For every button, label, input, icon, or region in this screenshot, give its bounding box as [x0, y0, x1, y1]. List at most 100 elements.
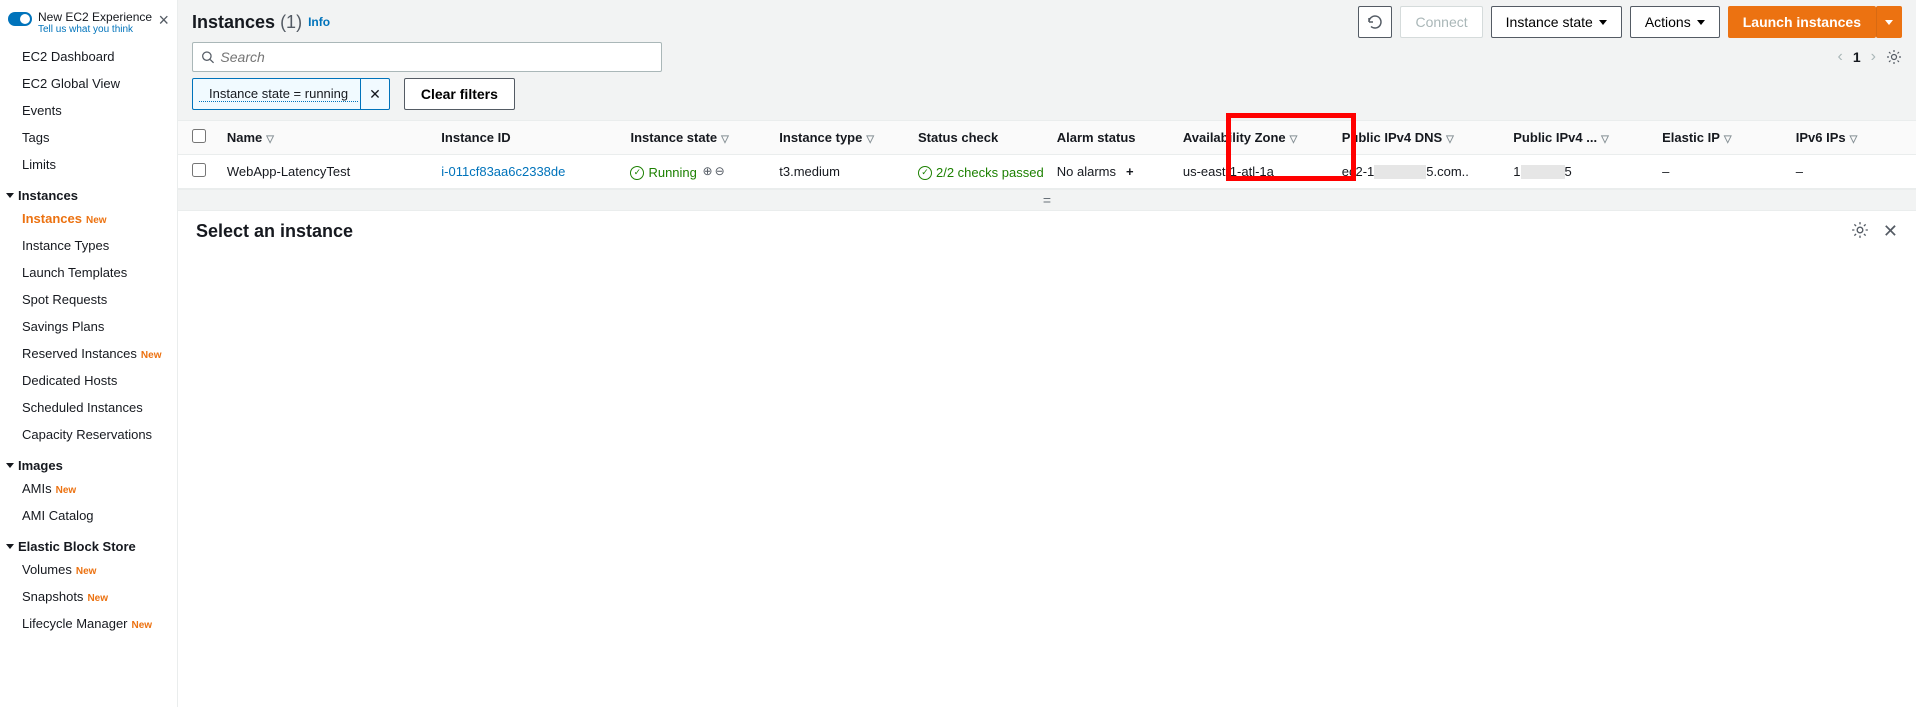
search-row: ‹ 1 ›: [178, 40, 1916, 78]
col-ipv6[interactable]: IPv6 IPs▽: [1790, 121, 1916, 155]
next-page-button[interactable]: ›: [1871, 48, 1876, 66]
nav-dedicated-hosts[interactable]: Dedicated Hosts: [0, 367, 177, 394]
detail-close-button[interactable]: ✕: [1883, 221, 1898, 244]
nav-group-ebs[interactable]: Elastic Block Store: [0, 529, 177, 556]
col-az[interactable]: Availability Zone▽: [1177, 121, 1336, 155]
new-badge: New: [56, 485, 77, 496]
detail-title: Select an instance: [196, 221, 353, 242]
col-elastic-ip[interactable]: Elastic IP▽: [1656, 121, 1790, 155]
cell-name: WebApp-LatencyTest: [221, 155, 435, 189]
sort-icon: ▽: [266, 134, 274, 145]
check-icon: ✓: [918, 166, 932, 180]
main-content: Instances (1) Info Connect Instance stat…: [178, 0, 1916, 707]
launch-instances-dropdown[interactable]: [1876, 6, 1902, 38]
search-box[interactable]: [192, 42, 662, 72]
nav-ec2-dashboard[interactable]: EC2 Dashboard: [0, 43, 177, 70]
col-public-dns[interactable]: Public IPv4 DNS▽: [1336, 121, 1508, 155]
sort-icon: ▽: [1850, 134, 1858, 145]
nav-savings-plans[interactable]: Savings Plans: [0, 313, 177, 340]
nav-instance-types[interactable]: Instance Types: [0, 232, 177, 259]
close-icon[interactable]: ×: [158, 10, 169, 31]
nav-launch-templates[interactable]: Launch Templates: [0, 259, 177, 286]
col-alarm-status[interactable]: Alarm status: [1051, 121, 1177, 155]
instance-count: (1): [280, 12, 302, 32]
cell-type: t3.medium: [773, 155, 912, 189]
header-bar: Instances (1) Info Connect Instance stat…: [178, 0, 1916, 40]
search-icon: [201, 50, 214, 64]
nav-ami-catalog[interactable]: AMI Catalog: [0, 502, 177, 529]
sidebar: New EC2 Experience Tell us what you thin…: [0, 0, 178, 707]
connect-button[interactable]: Connect: [1400, 6, 1482, 38]
nav-events[interactable]: Events: [0, 97, 177, 124]
nav-ec2-global-view[interactable]: EC2 Global View: [0, 70, 177, 97]
info-link[interactable]: Info: [308, 15, 330, 29]
col-public-ipv4[interactable]: Public IPv4 ...▽: [1507, 121, 1656, 155]
sort-icon: ▽: [866, 134, 874, 145]
new-experience-toggle[interactable]: [8, 12, 32, 26]
filter-chip-text: Instance state = running: [199, 86, 358, 102]
new-badge: New: [87, 593, 108, 604]
col-name[interactable]: Name▽: [221, 121, 435, 155]
new-experience-title: New EC2 Experience: [38, 10, 152, 24]
nav-lifecycle-manager[interactable]: Lifecycle ManagerNew: [0, 610, 177, 637]
nav-volumes[interactable]: VolumesNew: [0, 556, 177, 583]
cell-instance-id[interactable]: i-011cf83aa6c2338de: [441, 164, 565, 179]
filter-chip[interactable]: Instance state = running ✕: [192, 78, 390, 110]
table-row[interactable]: WebApp-LatencyTest i-011cf83aa6c2338de ✓…: [178, 155, 1916, 189]
search-input[interactable]: [220, 49, 653, 65]
new-experience-subtitle[interactable]: Tell us what you think: [38, 24, 152, 35]
redacted: [1374, 165, 1426, 179]
col-instance-type[interactable]: Instance type▽: [773, 121, 912, 155]
new-badge: New: [141, 350, 162, 361]
prev-page-button[interactable]: ‹: [1838, 48, 1843, 66]
add-alarm-button[interactable]: +: [1126, 164, 1134, 179]
nav-snapshots[interactable]: SnapshotsNew: [0, 583, 177, 610]
new-experience-toggle-row: New EC2 Experience Tell us what you thin…: [0, 6, 177, 43]
chevron-down-icon: [1599, 20, 1607, 25]
nav-group-instances[interactable]: Instances: [0, 178, 177, 205]
filter-chip-remove[interactable]: ✕: [360, 79, 389, 109]
nav-instances[interactable]: InstancesNew: [0, 205, 177, 232]
nav-reserved-instances[interactable]: Reserved InstancesNew: [0, 340, 177, 367]
panel-resize-handle[interactable]: =: [178, 189, 1916, 211]
refresh-icon: [1367, 14, 1383, 30]
row-checkbox[interactable]: [192, 163, 206, 177]
sort-icon: ▽: [1601, 134, 1609, 145]
new-badge: New: [132, 620, 153, 631]
nav-tags[interactable]: Tags: [0, 124, 177, 151]
nav-amis[interactable]: AMIsNew: [0, 475, 177, 502]
chevron-down-icon: [6, 193, 14, 198]
refresh-button[interactable]: [1358, 6, 1392, 38]
nav-capacity-reservations[interactable]: Capacity Reservations: [0, 421, 177, 448]
nav-spot-requests[interactable]: Spot Requests: [0, 286, 177, 313]
cell-elastic-ip: –: [1656, 155, 1790, 189]
gear-icon[interactable]: [1886, 49, 1902, 65]
nav-scheduled-instances[interactable]: Scheduled Instances: [0, 394, 177, 421]
instance-state-button[interactable]: Instance state: [1491, 6, 1622, 38]
col-status-check[interactable]: Status check: [912, 121, 1051, 155]
sort-icon: ▽: [721, 134, 729, 145]
col-instance-state[interactable]: Instance state▽: [624, 121, 773, 155]
new-badge: New: [76, 566, 97, 577]
launch-instances-button[interactable]: Launch instances: [1728, 6, 1876, 38]
cell-alarm: No alarms+: [1051, 155, 1177, 189]
gear-icon: [1851, 221, 1869, 239]
zoom-in-icon[interactable]: ⊕: [703, 164, 713, 178]
cell-status-check: ✓2/2 checks passed: [912, 155, 1051, 189]
sort-icon: ▽: [1724, 134, 1732, 145]
actions-button[interactable]: Actions: [1630, 6, 1720, 38]
zoom-out-icon[interactable]: ⊖: [715, 164, 725, 178]
cell-dns: ec2-15.com..: [1336, 155, 1508, 189]
nav-group-images[interactable]: Images: [0, 448, 177, 475]
pager: ‹ 1 ›: [1838, 48, 1902, 66]
clear-filters-button[interactable]: Clear filters: [404, 78, 515, 110]
redacted: [1521, 165, 1565, 179]
running-icon: ✓: [630, 166, 644, 180]
nav-limits[interactable]: Limits: [0, 151, 177, 178]
detail-settings-button[interactable]: [1851, 221, 1869, 244]
detail-panel: Select an instance ✕: [178, 211, 1916, 707]
select-all-checkbox[interactable]: [192, 129, 206, 143]
col-instance-id[interactable]: Instance ID: [435, 121, 624, 155]
chevron-down-icon: [1885, 20, 1893, 25]
page-number: 1: [1853, 49, 1861, 65]
